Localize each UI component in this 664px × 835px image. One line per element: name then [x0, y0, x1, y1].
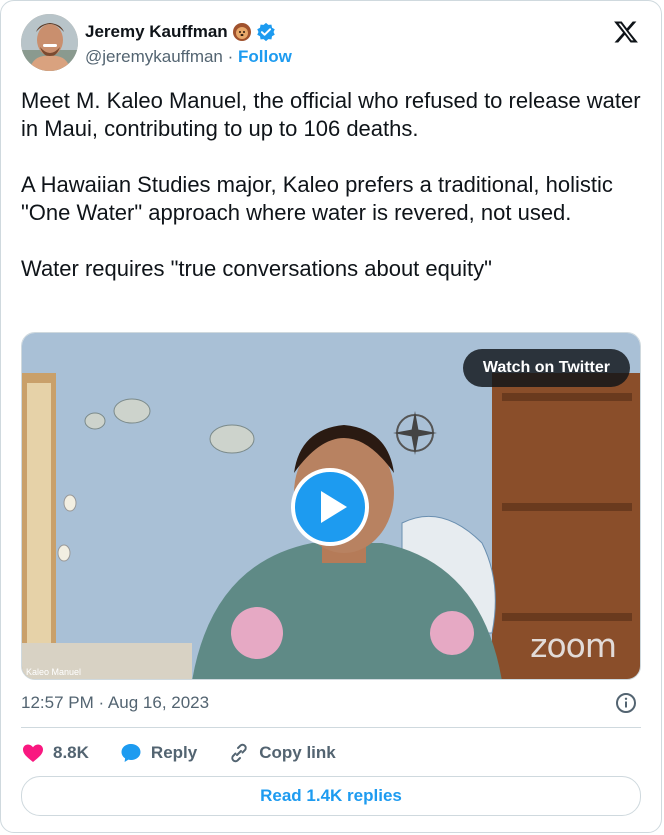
video-player[interactable]: Watch on Twitter zoom Kaleo Manuel	[21, 332, 641, 680]
reply-label: Reply	[150, 743, 198, 762]
tweet-paragraph: Water requires "true conversations about…	[21, 256, 492, 281]
author-name[interactable]: Jeremy Kauffman	[85, 22, 228, 42]
read-replies-button[interactable]: Read 1.4K replies	[21, 776, 641, 816]
copy-link-label: Copy link	[259, 743, 336, 762]
reply-button[interactable]: Reply	[119, 741, 197, 765]
link-icon	[231, 743, 247, 763]
tweet-timestamp[interactable]: 12:57 PM · Aug 16, 2023	[21, 693, 209, 713]
info-icon[interactable]	[615, 692, 637, 714]
avatar[interactable]	[21, 14, 78, 71]
reply-bubble-icon	[121, 744, 141, 762]
author-handle[interactable]: @jeremykauffman	[85, 47, 223, 66]
x-logo-icon[interactable]	[613, 19, 639, 45]
tweet-card: Jeremy Kauffman @jeremykauffman · Follow…	[0, 0, 662, 833]
tweet-header: Jeremy Kauffman @jeremykauffman · Follow	[21, 14, 641, 72]
participant-caption: Kaleo Manuel	[26, 667, 82, 677]
handle-row: @jeremykauffman · Follow	[85, 47, 292, 67]
verified-badge-icon	[256, 22, 275, 42]
zoom-watermark: zoom	[530, 626, 617, 665]
play-icon[interactable]	[291, 468, 369, 546]
like-button[interactable]: 8.8K	[21, 741, 89, 765]
follow-button[interactable]: Follow	[238, 47, 292, 66]
tweet-paragraph: Meet M. Kaleo Manuel, the official who r…	[21, 88, 641, 141]
name-row: Jeremy Kauffman	[85, 22, 276, 42]
tweet-actions: 8.8K Reply Copy link	[21, 739, 366, 767]
like-count: 8.8K	[53, 743, 89, 762]
divider	[21, 727, 641, 728]
handle-separator: ·	[227, 47, 234, 66]
tweet-paragraph: A Hawaiian Studies major, Kaleo prefers …	[21, 172, 613, 225]
tweet-text: Meet M. Kaleo Manuel, the official who r…	[21, 87, 646, 311]
heart-icon	[23, 744, 43, 762]
copy-link-button[interactable]: Copy link	[227, 741, 336, 765]
watch-on-twitter-button[interactable]: Watch on Twitter	[462, 349, 630, 387]
lion-emoji-icon	[232, 23, 251, 41]
